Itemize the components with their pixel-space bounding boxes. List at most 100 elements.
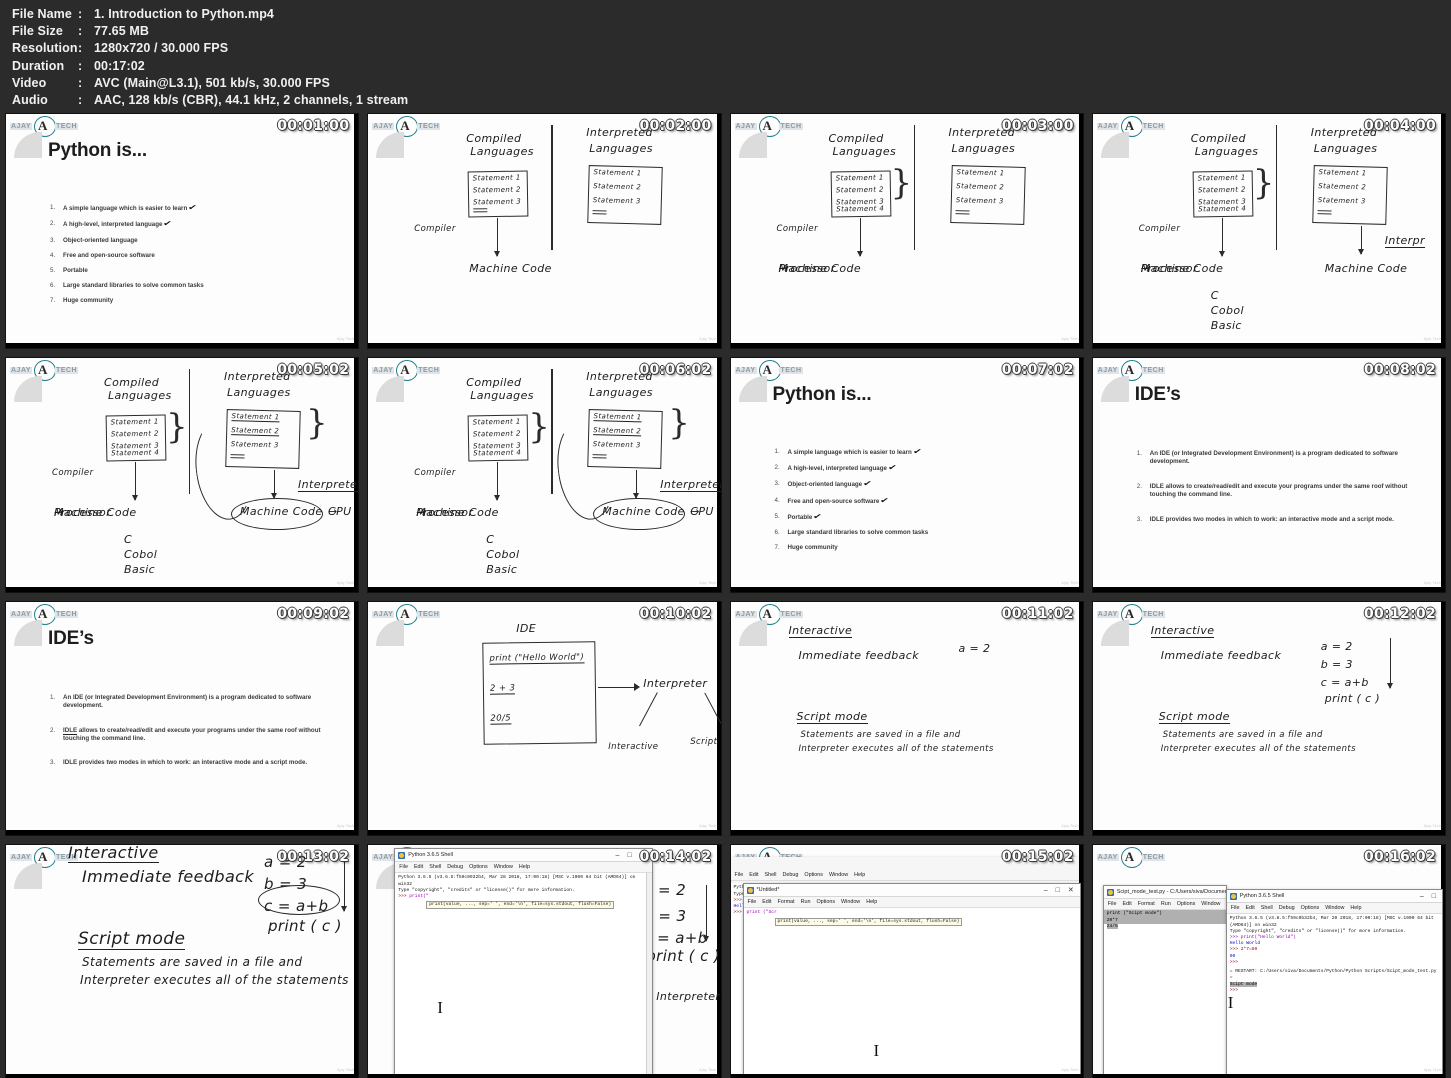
window-menubar[interactable]: File Edit Shell Debug Options Window Hel… — [1226, 903, 1442, 915]
menu-options[interactable]: Options — [469, 864, 488, 870]
shell-script-output: Scipt mode — [1229, 981, 1258, 987]
minimize-icon[interactable]: – — [1044, 887, 1048, 894]
window-menubar[interactable]: File Edit Format Run Options Window Help — [743, 897, 1080, 909]
menu-format[interactable]: Format — [1138, 901, 1155, 907]
thumbnail-9[interactable]: AJAY A TECH IDE’s 1. An IDE (or Integrate… — [5, 600, 360, 837]
menu-edit[interactable]: Edit — [414, 864, 423, 870]
statement-1: Statement 1 — [231, 412, 280, 423]
bg-arrow — [702, 885, 710, 943]
thumbnail-11[interactable]: AJAY A TECH Interactive Immediate feedba… — [729, 600, 1084, 837]
thumbnail-13[interactable]: AJAY A TECH Interactive Immediate feedba… — [5, 844, 360, 1078]
menu-file[interactable]: File — [1108, 901, 1117, 907]
editor-line-1: print ("Scipt mode") — [1103, 910, 1226, 918]
menu-shell[interactable]: Shell — [429, 864, 441, 870]
menu-file[interactable]: File — [399, 864, 408, 870]
menu-options[interactable]: Options — [1301, 905, 1320, 911]
thumbnail-12[interactable]: AJAY A TECH Interactive Immediate feedba… — [1091, 600, 1446, 837]
thumbnail-2[interactable]: AJAY A TECH Compiled Languages Interpret… — [367, 113, 722, 349]
thumbnail-14[interactable]: AJAY A TECH a = 2 b = 3 c = a+b print ( … — [367, 844, 722, 1078]
arrow-down-interpreter — [632, 469, 640, 499]
window-titlebar[interactable]: Python 3.6.5 Shell – □ ✕ — [395, 849, 652, 863]
python-shell-final-window[interactable]: Python 3.6.5 Shell – □ File Edit Shell D… — [1225, 889, 1443, 1078]
meta-row-duration: Duration : 00:17:02 — [12, 58, 1451, 75]
menu-format[interactable]: Format — [777, 899, 794, 905]
menu-help[interactable]: Help — [866, 899, 877, 905]
menu-options[interactable]: Options — [816, 899, 835, 905]
python-shell-window[interactable]: Python 3.6.5 Shell – □ ✕ File Edit Shell… — [394, 848, 653, 1078]
whiteboard-diagram: Compiled Languages Interpreted Languages… — [368, 358, 721, 592]
window-controls[interactable]: – □ — [1420, 893, 1442, 900]
statement-box-compiled: Statement 1 Statement 2 Statement 3 Stat… — [830, 170, 891, 218]
thumbnail-5[interactable]: AJAY A TECH Compiled Languages Interpret… — [5, 356, 360, 593]
menu-window[interactable]: Window — [494, 864, 513, 870]
menu-edit[interactable]: Edit — [749, 872, 758, 878]
menu-options[interactable]: Options — [1177, 901, 1196, 907]
menu-shell[interactable]: Shell — [764, 872, 776, 878]
bullet-number: 1. — [1136, 449, 1142, 457]
maximize-icon[interactable]: □ — [1432, 893, 1436, 900]
thumbnail-10[interactable]: AJAY A TECH IDE print ("Hello World") 2 … — [367, 600, 722, 837]
menu-file[interactable]: File — [748, 899, 757, 905]
untitled-editor-window[interactable]: *Untitled* – □ ✕ File Edit Format Run Op… — [742, 883, 1081, 1078]
vertical-scrollbar[interactable] — [645, 873, 652, 1078]
heading-compiled-1: Compiled — [828, 132, 884, 146]
maximize-icon[interactable]: □ — [627, 852, 631, 859]
menu-file[interactable]: File — [735, 872, 744, 878]
thumbnail-6[interactable]: AJAY A TECH Compiled Languages Interpret… — [367, 356, 722, 593]
window-menubar[interactable]: File Edit Format Run Options Window Help — [1103, 899, 1226, 911]
thumbnail-7[interactable]: AJAY A TECH Python is... 1. A simple lang… — [729, 356, 1084, 593]
script-editor-window[interactable]: Scipt_mode_test.py - C:/Users/siva/Docum… — [1102, 885, 1227, 1078]
text-script-1: Statements are saved in a file and — [1162, 729, 1323, 740]
menu-edit[interactable]: Edit — [1245, 905, 1254, 911]
meta-colon: : — [78, 41, 83, 56]
menu-window[interactable]: Window — [1201, 901, 1220, 907]
menu-help[interactable]: Help — [854, 872, 865, 878]
label-machine-code-right: Machine Code — [1324, 262, 1408, 276]
menu-debug[interactable]: Debug — [782, 872, 798, 878]
menu-debug[interactable]: Debug — [447, 864, 463, 870]
menu-options[interactable]: Options — [804, 872, 823, 878]
code-line-2: 2 + 3 — [490, 683, 516, 695]
menu-file[interactable]: File — [1231, 905, 1240, 911]
thumbnail-15[interactable]: AJAY A TECH File Edit Shell Debug Option… — [729, 844, 1084, 1078]
window-menubar[interactable]: File Edit Shell Debug Options Window Hel… — [395, 862, 652, 874]
thumbnail-16[interactable]: AJAY A TECH Scipt_mode_test.py - C:/User… — [1091, 844, 1446, 1078]
menu-help[interactable]: Help — [1350, 905, 1361, 911]
menu-run[interactable]: Run — [1161, 901, 1171, 907]
menu-window[interactable]: Window — [841, 899, 860, 905]
slide-ide-diagram: AJAY A TECH IDE print ("Hello World") 2 … — [368, 601, 721, 836]
cpu-text: CPU — [690, 504, 714, 518]
text-cursor-icon: I — [437, 998, 443, 1018]
bg-window-menubar[interactable]: File Edit Shell Debug Options Window Hel… — [730, 870, 1079, 882]
menu-edit[interactable]: Edit — [1122, 901, 1131, 907]
thumbnail-3[interactable]: AJAY A TECH Compiled Languages Interpret… — [729, 113, 1084, 349]
bullet-list: 1. An IDE (or Integrated Development Envi… — [1137, 450, 1431, 540]
thumbnail-1[interactable]: AJAY A TECH Python is... 1. A simple lang… — [5, 113, 360, 349]
thumbnail-8[interactable]: AJAY A TECH IDE’s 1. An IDE (or Integrate… — [1091, 356, 1446, 593]
editor-text-area[interactable]: print ("Scipt mode") 20*7 24/5 — [1103, 910, 1226, 1078]
watermark: Ajay Tech — [1423, 1068, 1441, 1073]
menu-window[interactable]: Window — [1325, 905, 1344, 911]
shell-output-area[interactable]: Python 3.6.5 (v3.6.5:f59c0932b4, Mar 28 … — [395, 873, 652, 1078]
thumbnail-4[interactable]: AJAY A TECH Compiled Languages Interpret… — [1091, 113, 1446, 349]
minimize-icon[interactable]: – — [615, 852, 619, 859]
window-controls[interactable]: – □ ✕ — [1044, 887, 1080, 894]
window-titlebar[interactable]: Scipt_mode_test.py - C:/Users/siva/Docum… — [1103, 886, 1226, 900]
watermark: Ajay Tech — [336, 1068, 355, 1073]
menu-window[interactable]: Window — [829, 872, 848, 878]
maximize-icon[interactable]: □ — [1056, 887, 1060, 894]
editor-text-area[interactable]: print ("Scr print(value, ..., sep=' ', e… — [743, 908, 1080, 1078]
bullet-text: A simple language which is easier to lea… — [788, 446, 923, 457]
minimize-icon[interactable]: – — [1420, 893, 1424, 900]
menu-help[interactable]: Help — [519, 864, 530, 870]
menu-debug[interactable]: Debug — [1279, 905, 1295, 911]
window-titlebar[interactable]: *Untitled* – □ ✕ — [743, 884, 1080, 898]
close-icon[interactable]: ✕ — [1068, 887, 1074, 894]
watermark: Ajay Tech — [1423, 580, 1441, 585]
heading-script-mode: Script mode — [1158, 709, 1230, 724]
menu-shell[interactable]: Shell — [1261, 905, 1273, 911]
menu-edit[interactable]: Edit — [762, 899, 771, 905]
shell-output-area[interactable]: Python 3.6.5 (v3.6.5:f59c0b32b4, Mar 20 … — [1226, 914, 1442, 1078]
menu-run[interactable]: Run — [801, 899, 811, 905]
window-titlebar[interactable]: Python 3.6.5 Shell – □ — [1226, 890, 1442, 904]
